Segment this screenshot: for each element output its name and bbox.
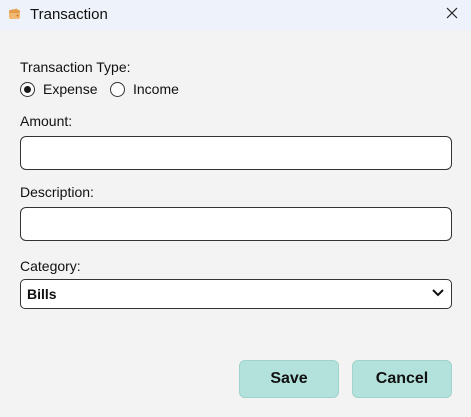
close-icon: [445, 6, 459, 25]
amount-input[interactable]: [20, 136, 452, 170]
transaction-type-label: Transaction Type:: [20, 59, 131, 75]
description-input[interactable]: [20, 207, 452, 241]
window-title: Transaction: [30, 6, 108, 23]
income-radio[interactable]: Income: [110, 80, 179, 98]
chevron-down-icon: [431, 285, 445, 303]
income-radio-label[interactable]: Income: [133, 81, 179, 97]
radio-selected-dot: [24, 85, 31, 93]
category-selected-value: Bills: [27, 286, 57, 302]
category-label: Category:: [20, 258, 81, 274]
amount-label: Amount:: [20, 113, 73, 129]
category-select[interactable]: Bills: [20, 279, 452, 309]
radio-button[interactable]: [20, 81, 35, 97]
description-label: Description:: [20, 184, 94, 200]
expense-radio-label[interactable]: Expense: [43, 81, 97, 97]
save-button[interactable]: Save: [239, 360, 339, 398]
expense-radio[interactable]: Expense: [20, 80, 97, 98]
title-bar: Transaction: [0, 0, 471, 30]
wallet-icon: [8, 7, 22, 21]
close-button[interactable]: [432, 0, 471, 30]
radio-button[interactable]: [110, 81, 125, 97]
cancel-button[interactable]: Cancel: [352, 360, 452, 398]
